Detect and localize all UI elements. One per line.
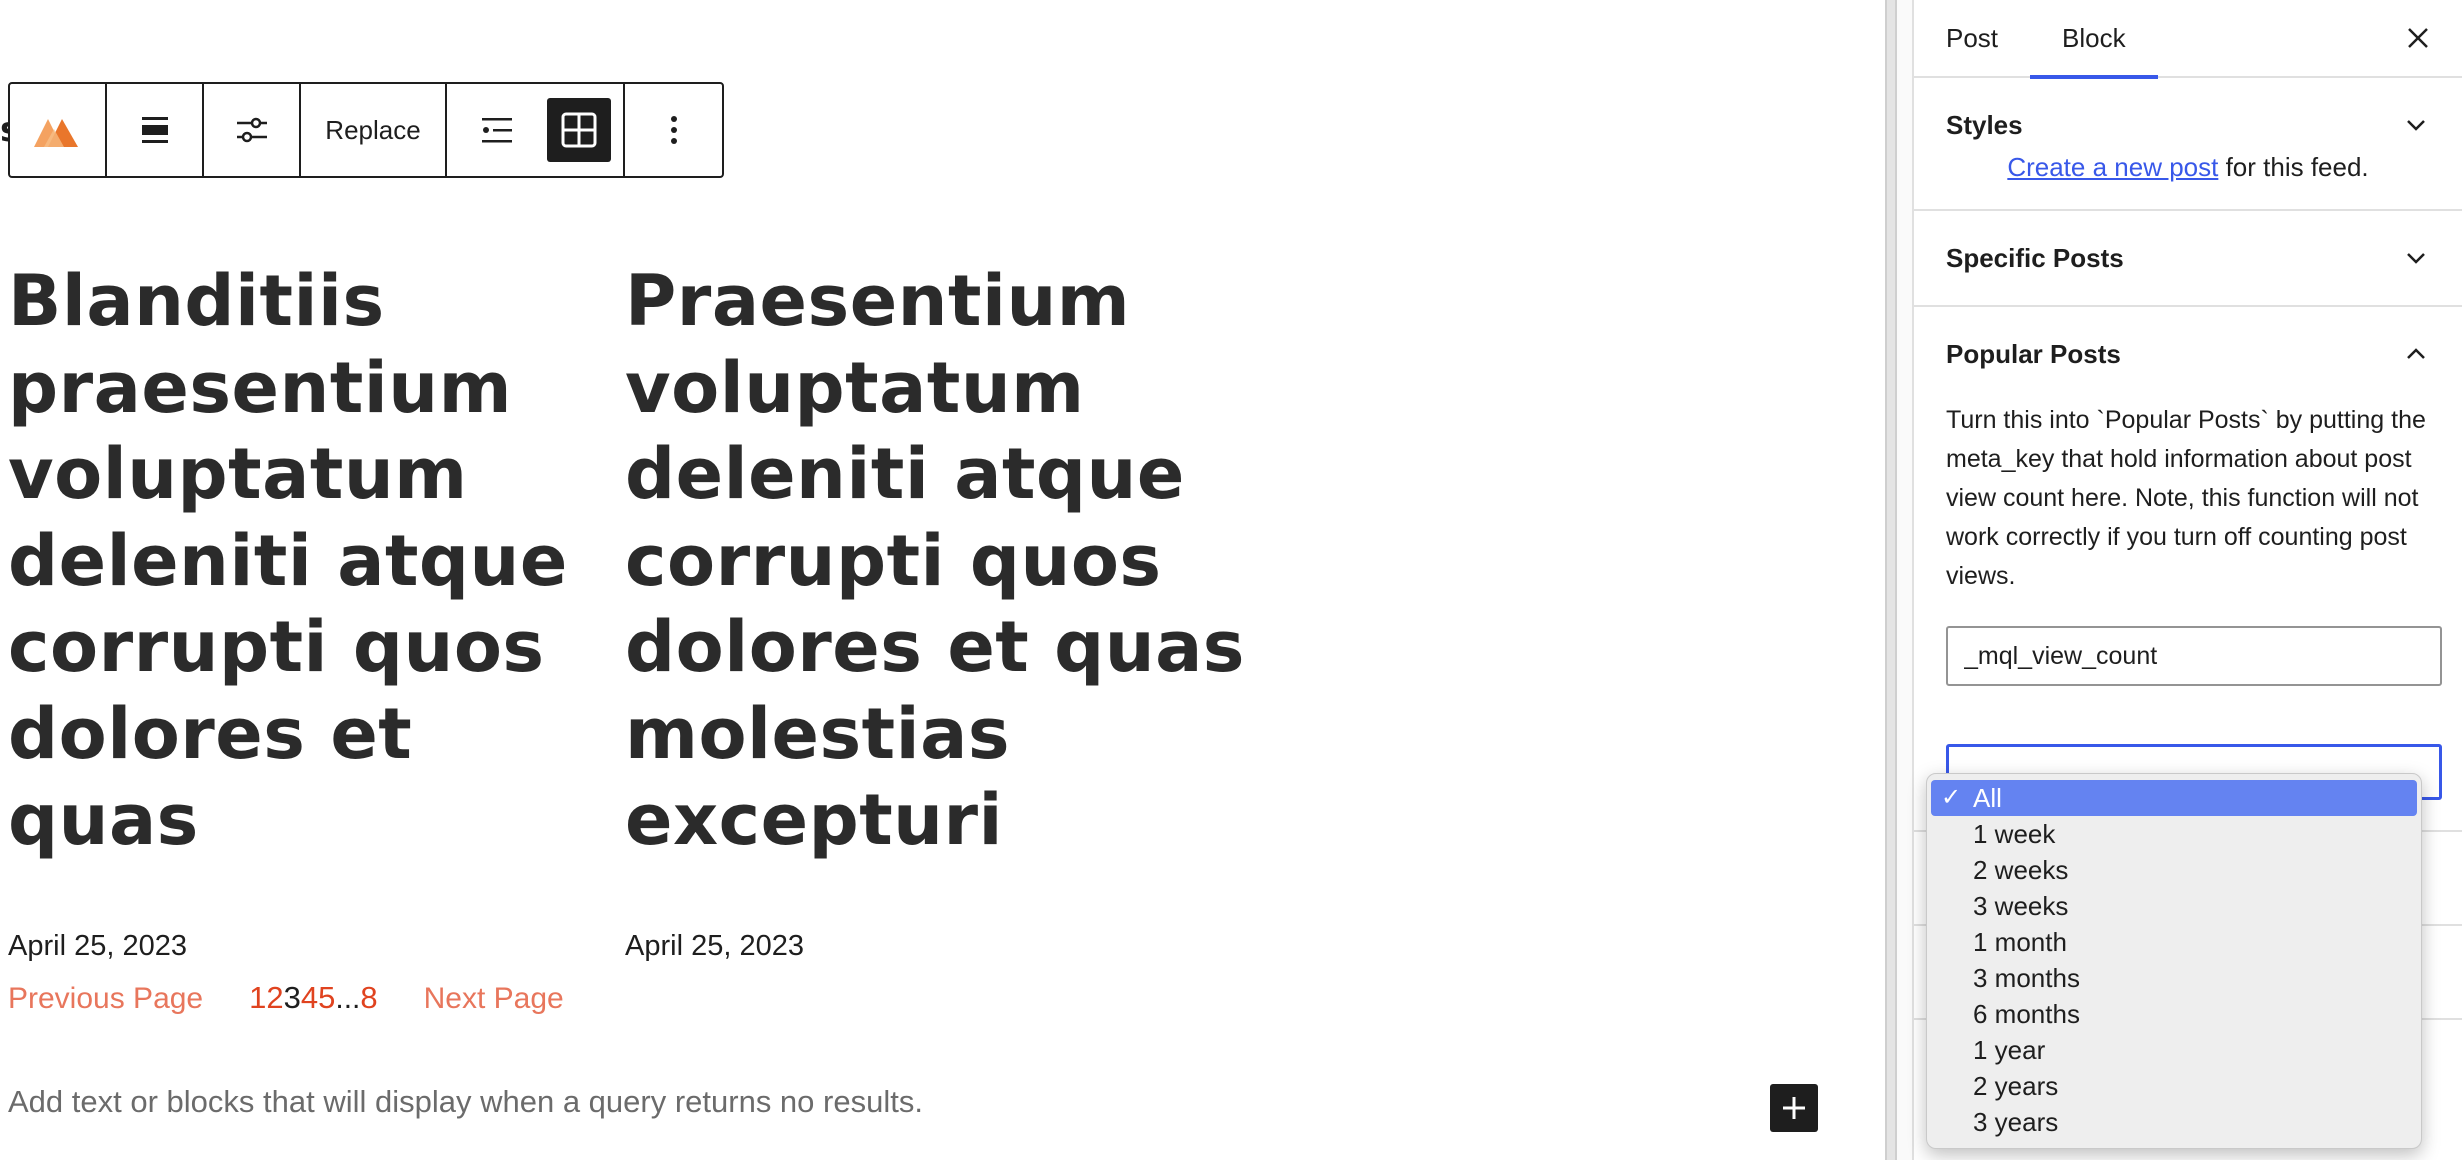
meta-key-input[interactable] (1946, 626, 2442, 686)
close-sidebar-button[interactable] (2396, 16, 2440, 60)
specific-posts-toggle[interactable]: Specific Posts (1914, 211, 2462, 305)
page-link-5[interactable]: 5 (318, 980, 335, 1016)
post-title[interactable]: Praesentium voluptatum deleniti atque co… (625, 258, 1245, 864)
page-link-4[interactable]: 4 (301, 980, 318, 1016)
pagination-ellipsis: ... (335, 982, 361, 1015)
dropdown-option[interactable]: 3 months (1931, 960, 2417, 996)
dropdown-option[interactable]: 2 weeks (1931, 852, 2417, 888)
panel-title: Specific Posts (1946, 242, 2124, 273)
popular-posts-body: Turn this into `Popular Posts` by puttin… (1914, 401, 2462, 830)
list-view-icon (482, 118, 512, 143)
popular-posts-panel: Popular Posts Turn this into `Popular Po… (1914, 307, 2462, 832)
settings-button[interactable] (204, 84, 301, 176)
post-date: April 25, 2023 (8, 930, 187, 962)
dropdown-option[interactable]: All (1931, 780, 2417, 816)
panel-title: Popular Posts (1946, 338, 2121, 369)
sidebar-tabs: Post Block (1914, 0, 2462, 79)
align-button[interactable] (107, 84, 204, 176)
view-toggle-group (447, 84, 625, 176)
chevron-down-icon (2407, 120, 2425, 131)
styles-panel: Styles Create a new post for this feed. (1914, 78, 2462, 211)
dropdown-option[interactable]: 1 month (1931, 924, 2417, 960)
grid-view-icon (561, 112, 597, 148)
plus-icon (1783, 1097, 1805, 1119)
pagination: Previous Page 1 2 3 4 5 ... 8 Next Page (8, 980, 564, 1016)
sidebar-resize-handle[interactable] (1885, 0, 1897, 1160)
dropdown-option[interactable]: 3 years (1931, 1104, 2417, 1140)
next-page-link[interactable]: Next Page (424, 982, 564, 1016)
block-toolbar: Replace (8, 82, 724, 178)
period-dropdown-list: All 1 week 2 weeks 3 weeks 1 month 3 mon… (1926, 773, 2422, 1149)
chevron-up-icon (2407, 348, 2425, 359)
grid-view-button[interactable] (547, 98, 611, 162)
more-options-button[interactable] (625, 84, 722, 176)
more-options-icon (670, 116, 677, 144)
block-logo-icon (33, 119, 78, 147)
align-icon (141, 117, 168, 143)
editor-canvas: s Replace (0, 0, 1885, 1160)
page-link-2[interactable]: 2 (266, 980, 283, 1016)
sidebar-gutter (1897, 0, 1914, 1160)
popular-posts-help: Turn this into `Popular Posts` by puttin… (1946, 406, 2426, 590)
settings-sliders-icon (236, 117, 267, 143)
previous-page-link[interactable]: Previous Page (8, 982, 203, 1016)
page-link-1[interactable]: 1 (249, 980, 266, 1016)
styles-help-text: for this feed. (2218, 152, 2369, 182)
tab-block[interactable]: Block (2030, 0, 2158, 79)
panel-title: Styles (1946, 109, 2023, 140)
replace-button[interactable]: Replace (301, 84, 447, 176)
page-current-3: 3 (283, 980, 301, 1015)
dropdown-option[interactable]: 2 years (1931, 1068, 2417, 1104)
styles-panel-body: Create a new post for this feed. (1914, 152, 2462, 209)
block-type-button[interactable] (10, 84, 107, 176)
list-view-button[interactable] (465, 98, 529, 162)
popular-posts-toggle[interactable]: Popular Posts (1914, 307, 2462, 401)
dropdown-option[interactable]: 1 week (1931, 816, 2417, 852)
dropdown-option[interactable]: 1 year (1931, 1032, 2417, 1068)
post-date: April 25, 2023 (625, 930, 804, 962)
tab-post[interactable]: Post (1914, 0, 2030, 77)
add-block-button[interactable] (1770, 1084, 1818, 1132)
page-link-8[interactable]: 8 (360, 980, 377, 1016)
post-title[interactable]: Blanditiis praesentium voluptatum deleni… (8, 258, 568, 864)
chevron-down-icon (2407, 253, 2425, 264)
no-results-placeholder[interactable]: Add text or blocks that will display whe… (8, 1084, 923, 1120)
dropdown-option[interactable]: 6 months (1931, 996, 2417, 1032)
create-post-link[interactable]: Create a new post (2007, 152, 2218, 182)
dropdown-option[interactable]: 3 weeks (1931, 888, 2417, 924)
specific-posts-panel: Specific Posts (1914, 211, 2462, 307)
close-icon (2408, 28, 2428, 48)
